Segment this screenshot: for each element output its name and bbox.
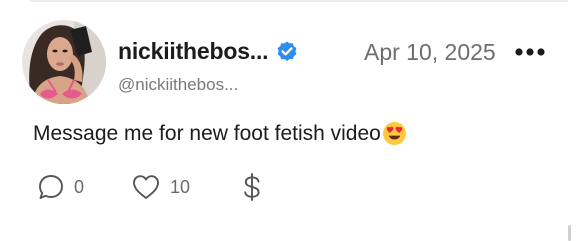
avatar-image [22, 20, 106, 104]
user-handle[interactable]: @nickiithebos... [118, 75, 238, 95]
tip-button[interactable] [240, 172, 264, 202]
dollar-icon [244, 173, 260, 201]
display-name[interactable]: nickiithebos... [118, 38, 269, 65]
post-text-content: Message me for new foot fetish video [33, 121, 381, 145]
like-count: 10 [170, 176, 191, 197]
comment-count: 0 [74, 176, 85, 197]
avatar[interactable] [22, 20, 106, 104]
scrollbar[interactable] [568, 225, 571, 241]
like-button[interactable]: 10 [131, 172, 190, 202]
verified-badge-icon [277, 41, 297, 61]
post-date[interactable]: Apr 10, 2025 [364, 39, 496, 66]
post-card: nickiithebos... @nickiithebos... Apr 10,… [0, 0, 580, 241]
post-text: Message me for new foot fetish video [33, 121, 407, 146]
comment-icon [39, 175, 63, 199]
heart-icon [133, 175, 159, 199]
heart-eyes-icon [382, 122, 406, 145]
comment-button[interactable]: 0 [37, 172, 84, 202]
more-options-icon[interactable] [514, 46, 546, 58]
divider [30, 0, 568, 2]
